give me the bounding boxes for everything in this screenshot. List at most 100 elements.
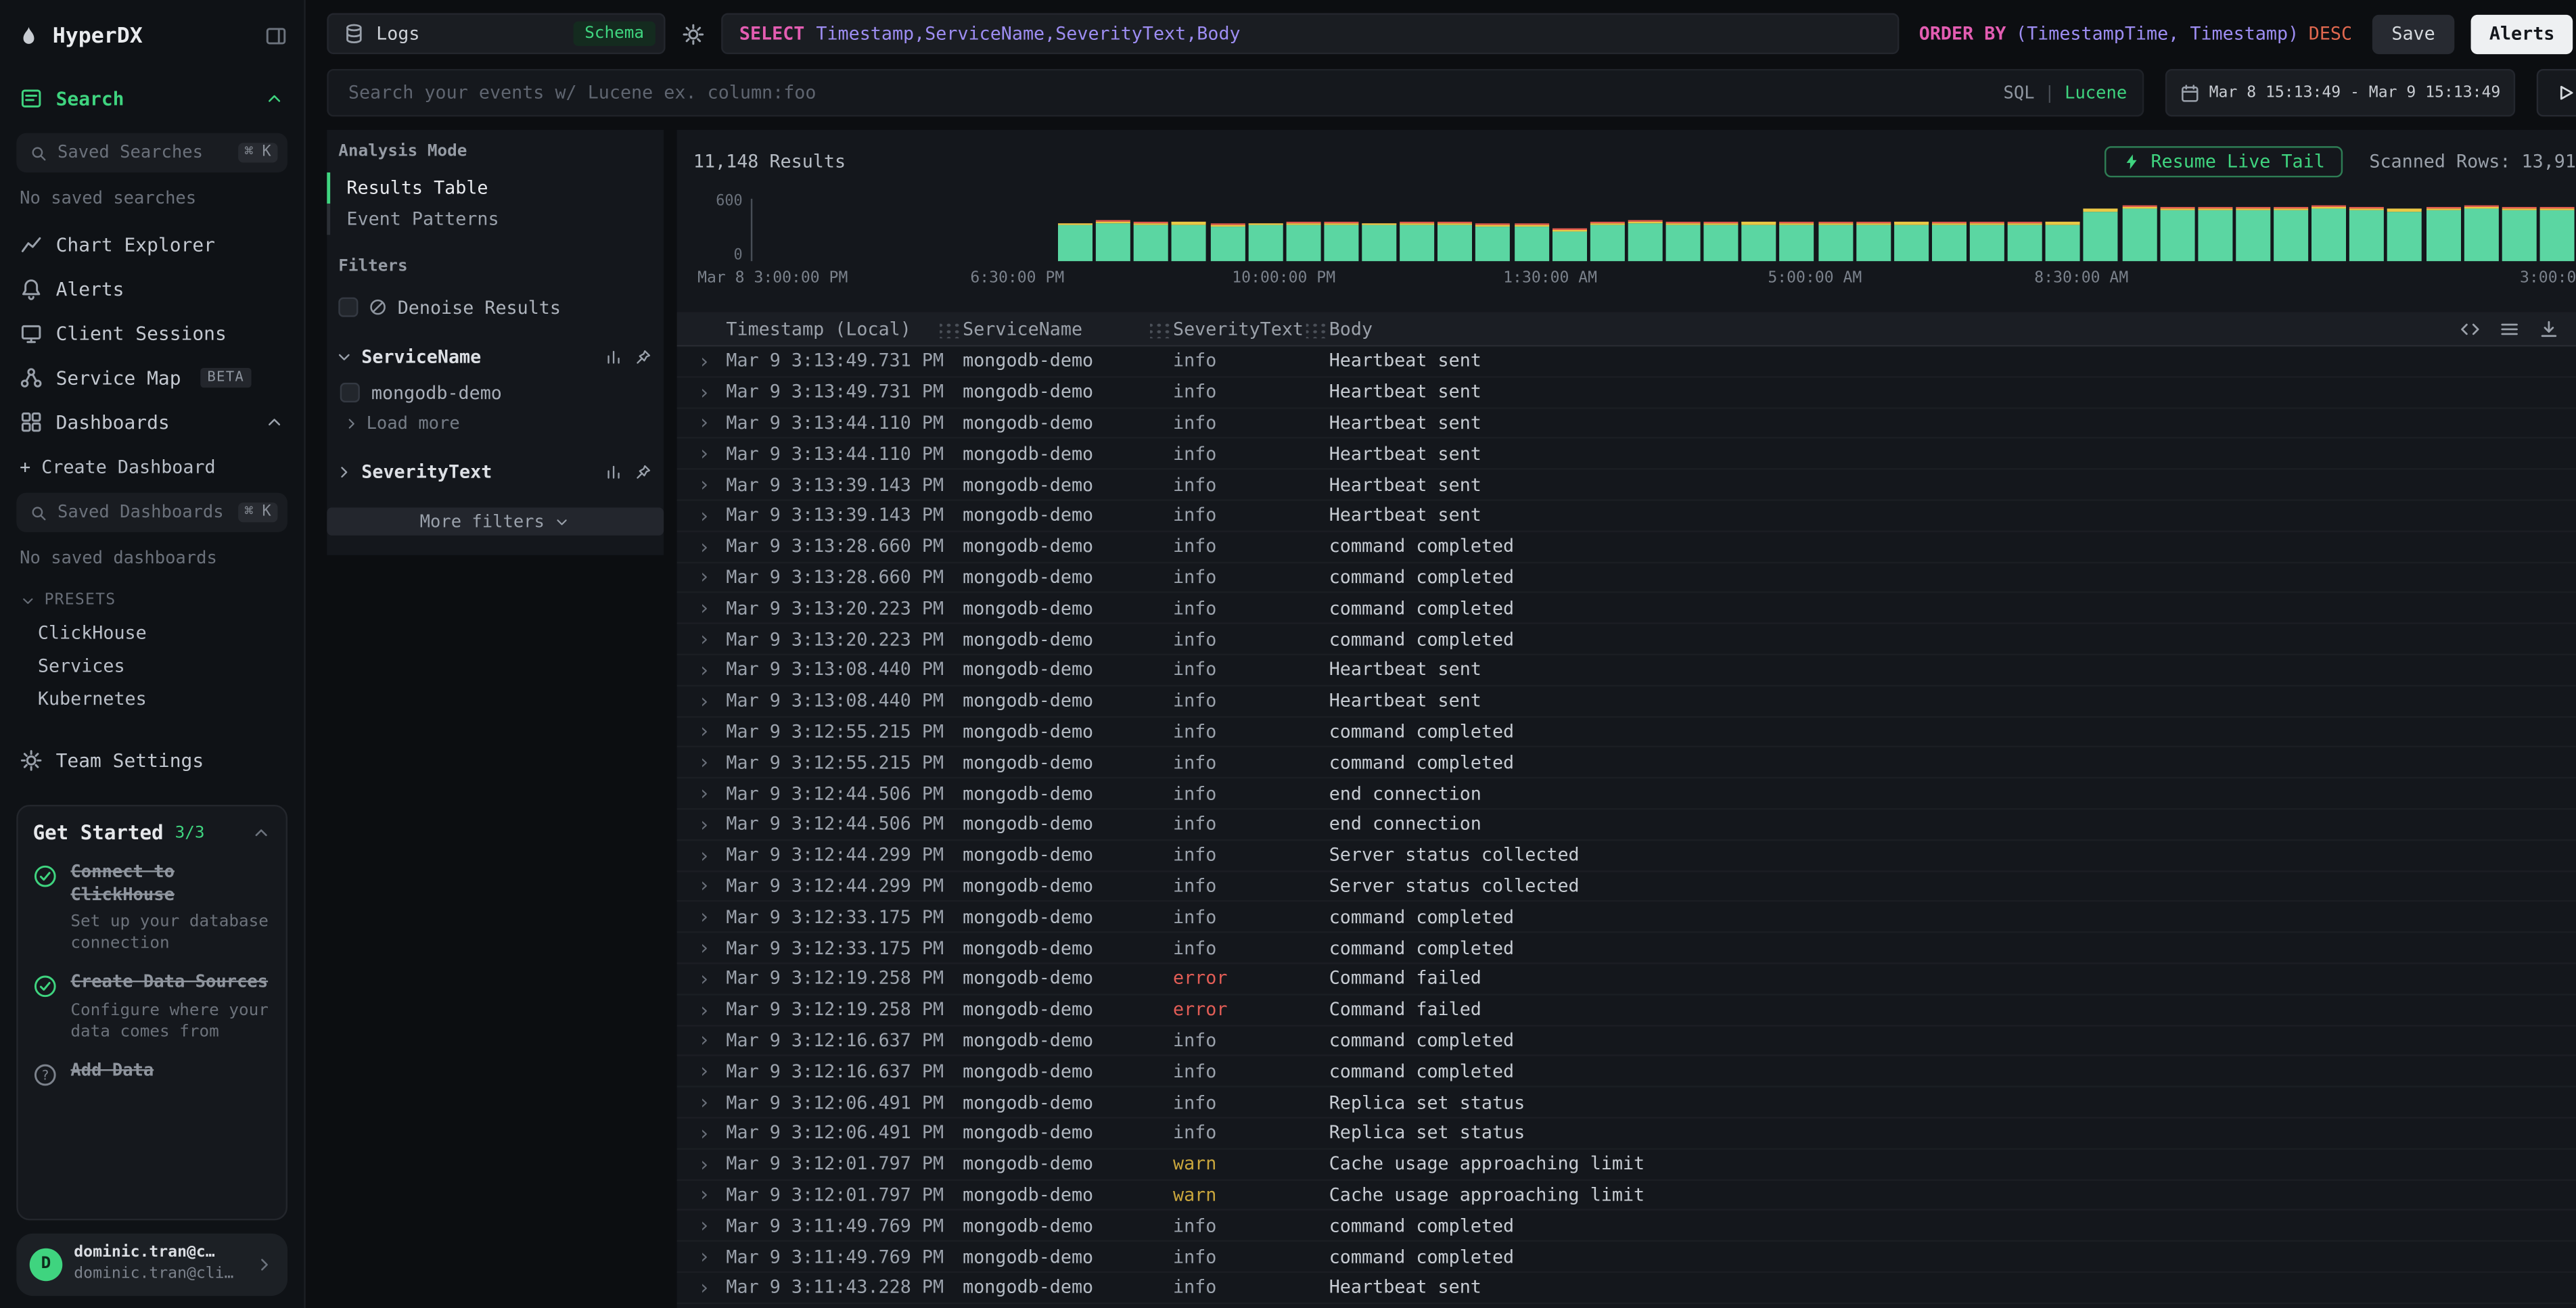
sidebar-item-chart-explorer[interactable]: Chart Explorer (16, 222, 288, 266)
expand-row-icon[interactable]: › (677, 998, 727, 1021)
histogram-bar[interactable] (1286, 199, 1320, 261)
expand-row-icon[interactable]: › (677, 659, 727, 682)
histogram-bar[interactable] (1058, 199, 1092, 261)
log-row[interactable]: ›Mar 9 3:12:44.506 PMmongodb-demoinfoend… (677, 779, 2576, 810)
expand-row-icon[interactable]: › (677, 967, 727, 990)
histogram-bar[interactable] (1362, 199, 1397, 261)
histogram-bar[interactable] (1628, 199, 1663, 261)
histogram-bar[interactable] (982, 199, 1017, 261)
expand-row-icon[interactable]: › (677, 597, 727, 620)
histogram-bar[interactable] (1476, 199, 1511, 261)
histogram-bar[interactable] (1020, 199, 1055, 261)
histogram-bar[interactable] (1438, 199, 1473, 261)
log-row[interactable]: ›Mar 9 3:12:33.175 PMmongodb-demoinfocom… (677, 902, 2576, 933)
sidebar-item-client-sessions[interactable]: Client Sessions (16, 310, 288, 355)
log-row[interactable]: ›Mar 9 3:11:49.769 PMmongodb-demoinfocom… (677, 1211, 2576, 1242)
log-row[interactable]: ›Mar 9 3:13:49.731 PMmongodb-demoinfoHea… (677, 377, 2576, 408)
histogram-bar[interactable] (1894, 199, 1929, 261)
table-options-icon[interactable] (2499, 318, 2521, 340)
order-by-clause[interactable]: ORDER BY (TimestampTime, Timestamp) DESC (1916, 23, 2355, 45)
histogram-bar[interactable] (2236, 199, 2270, 261)
expand-row-icon[interactable]: › (677, 813, 727, 836)
sql-select-input[interactable]: SELECT Timestamp,ServiceName,SeverityTex… (721, 13, 1899, 54)
log-row[interactable]: ›Mar 9 3:12:01.797 PMmongodb-demowarnCac… (677, 1180, 2576, 1211)
expand-row-icon[interactable]: › (677, 936, 727, 959)
filter-option-mongodb-demo[interactable]: mongodb-demo (327, 376, 664, 409)
histogram-bar[interactable] (2008, 199, 2042, 261)
log-row[interactable]: ›Mar 9 3:13:20.223 PMmongodb-demoinfocom… (677, 624, 2576, 655)
sidebar-item-team-settings[interactable]: Team Settings (16, 737, 288, 782)
sidebar-item-alerts[interactable]: Alerts (16, 266, 288, 310)
histogram-bar[interactable] (2198, 199, 2232, 261)
sidebar-item-service-map[interactable]: Service Map BETA (16, 355, 288, 400)
histogram-bar[interactable] (1096, 199, 1130, 261)
expand-row-icon[interactable]: › (677, 1121, 727, 1144)
histogram-bar[interactable] (1666, 199, 1701, 261)
histogram-bar[interactable] (1818, 199, 1852, 261)
histogram-bar[interactable] (754, 199, 789, 261)
download-icon[interactable] (2538, 318, 2560, 340)
mode-event-patterns[interactable]: Event Patterns (327, 204, 664, 235)
sidebar-preset-item[interactable]: Services (16, 649, 288, 682)
filter-option-checkbox[interactable] (340, 383, 360, 402)
column-drag-handle[interactable] (1306, 319, 1329, 337)
histogram-bar[interactable] (2046, 199, 2080, 261)
denoise-checkbox[interactable] (338, 298, 358, 317)
histogram-bar[interactable] (906, 199, 941, 261)
expand-row-icon[interactable]: › (677, 689, 727, 712)
log-row[interactable]: ›Mar 9 3:13:44.110 PMmongodb-demoinfoHea… (677, 408, 2576, 440)
log-row[interactable]: ›Mar 9 3:12:33.175 PMmongodb-demoinfocom… (677, 933, 2576, 964)
log-row[interactable]: ›Mar 9 3:13:08.440 PMmongodb-demoinfoHea… (677, 655, 2576, 686)
sidebar-preset-item[interactable]: ClickHouse (16, 616, 288, 649)
date-range-picker[interactable]: Mar 8 15:13:49 - Mar 9 15:13:49 (2165, 69, 2515, 116)
expand-row-icon[interactable]: › (677, 782, 727, 805)
histogram-bar[interactable] (1856, 199, 1891, 261)
histogram-bar[interactable] (1248, 199, 1283, 261)
log-row[interactable]: ›Mar 9 3:12:06.491 PMmongodb-demoinfoRep… (677, 1088, 2576, 1119)
histogram-bar[interactable] (1590, 199, 1624, 261)
histogram-bar[interactable] (868, 199, 902, 261)
expand-row-icon[interactable]: › (677, 1152, 727, 1175)
more-filters-button[interactable]: More filters (327, 507, 664, 535)
histogram-bar[interactable] (2426, 199, 2460, 261)
denoise-results-toggle[interactable]: Denoise Results (327, 291, 664, 324)
log-row[interactable]: ›Mar 9 3:12:44.506 PMmongodb-demoinfoend… (677, 810, 2576, 841)
histogram-bar[interactable] (830, 199, 865, 261)
column-header-timestamp[interactable]: Timestamp (Local) (726, 318, 940, 340)
expand-row-icon[interactable]: › (677, 751, 727, 774)
log-row[interactable]: ›Mar 9 3:12:01.797 PMmongodb-demowarnCac… (677, 1149, 2576, 1180)
histogram-bar[interactable] (1210, 199, 1245, 261)
expand-row-icon[interactable]: › (677, 350, 727, 373)
saved-searches-input[interactable]: Saved Searches ⌘ K (16, 133, 288, 172)
histogram-bar[interactable] (2274, 199, 2308, 261)
expand-row-icon[interactable]: › (677, 906, 727, 929)
expand-row-icon[interactable]: › (677, 1276, 727, 1299)
log-row[interactable]: ›Mar 9 3:12:44.299 PMmongodb-demoinfoSer… (677, 841, 2576, 872)
run-query-button[interactable] (2537, 69, 2576, 116)
log-row[interactable]: ›Mar 9 3:11:49.769 PMmongodb-demoinfocom… (677, 1242, 2576, 1273)
histogram-bar[interactable] (2084, 199, 2119, 261)
resume-live-tail-button[interactable]: Resume Live Tail (2104, 145, 2343, 177)
expand-row-icon[interactable]: › (677, 381, 727, 404)
expand-row-icon[interactable]: › (677, 1029, 727, 1052)
mode-results-table[interactable]: Results Table (327, 172, 664, 204)
expand-row-icon[interactable]: › (677, 535, 727, 558)
expand-row-icon[interactable]: › (677, 1091, 727, 1114)
histogram-bar[interactable] (2539, 199, 2574, 261)
save-button[interactable]: Save (2372, 14, 2455, 53)
histogram-bar[interactable] (2502, 199, 2536, 261)
histogram-bar[interactable] (1552, 199, 1586, 261)
column-header-servicename[interactable]: ServiceName (963, 318, 1150, 340)
chart-filter-icon[interactable] (605, 348, 623, 366)
histogram-bar[interactable] (1742, 199, 1776, 261)
create-dashboard-button[interactable]: + Create Dashboard (16, 447, 288, 486)
collapse-sidebar-icon[interactable] (264, 24, 288, 47)
log-row[interactable]: ›Mar 9 3:13:08.440 PMmongodb-demoinfoHea… (677, 686, 2576, 718)
log-row[interactable]: ›Mar 9 3:13:28.660 PMmongodb-demoinfocom… (677, 532, 2576, 563)
histogram-bar[interactable] (944, 199, 979, 261)
log-row[interactable]: ›Mar 9 3:12:06.491 PMmongodb-demoinfoRep… (677, 1119, 2576, 1150)
alerts-button[interactable]: Alerts (2471, 14, 2573, 53)
load-more-button[interactable]: Load more (327, 409, 664, 439)
histogram-bar[interactable] (1514, 199, 1548, 261)
sql-mode-toggle[interactable]: SQL (2004, 83, 2035, 103)
